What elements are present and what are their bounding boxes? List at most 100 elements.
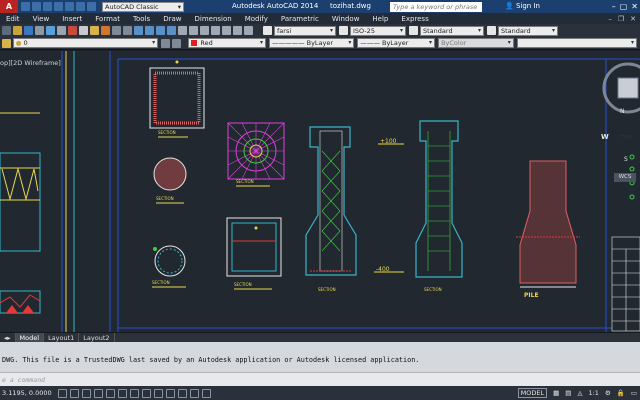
doc-minimize-icon[interactable]: –	[608, 15, 612, 23]
paste-icon[interactable]	[90, 26, 99, 35]
undo-icon[interactable]	[76, 2, 85, 11]
chevron-down-icon: ▾	[399, 26, 403, 34]
tab-layout2[interactable]: Layout2	[79, 332, 115, 343]
menu-draw[interactable]: Draw	[157, 15, 188, 23]
menu-tools[interactable]: Tools	[127, 15, 157, 23]
otrack-icon[interactable]	[130, 388, 139, 398]
menu-parametric[interactable]: Parametric	[275, 15, 326, 23]
clean-screen-icon[interactable]: ▭	[631, 389, 637, 397]
menu-dimension[interactable]: Dimension	[188, 15, 238, 23]
new-file-icon[interactable]	[21, 2, 30, 11]
menu-edit[interactable]: Edit	[0, 15, 27, 23]
quick-properties-icon[interactable]	[190, 388, 199, 398]
maximize-icon[interactable]: ▢	[620, 2, 628, 11]
calculator-icon[interactable]	[233, 26, 242, 35]
save-icon[interactable]	[24, 26, 33, 35]
zoom-realtime-icon[interactable]	[145, 26, 154, 35]
text-style-icon	[263, 26, 272, 35]
viewport-label[interactable]: op][2D Wireframe]	[0, 59, 61, 67]
osnap-icon[interactable]	[106, 388, 115, 398]
design-center-icon[interactable]	[189, 26, 198, 35]
publish-icon[interactable]	[57, 26, 66, 35]
toolbar-lock-icon[interactable]: 🔒	[617, 389, 625, 397]
quick-view-layouts-icon[interactable]: ▦	[553, 389, 559, 397]
print-icon[interactable]	[35, 26, 44, 35]
new-icon[interactable]	[2, 26, 11, 35]
menu-insert[interactable]: Insert	[56, 15, 89, 23]
quick-view-drawings-icon[interactable]: ▤	[565, 389, 571, 397]
match-properties-icon[interactable]	[101, 26, 110, 35]
layer-properties-icon[interactable]	[2, 38, 11, 48]
menu-help[interactable]: Help	[366, 15, 395, 23]
copy-icon[interactable]	[79, 26, 88, 35]
make-current-layer-icon[interactable]	[161, 38, 170, 48]
properties-icon[interactable]	[178, 26, 187, 35]
selection-cycling-icon[interactable]	[202, 388, 211, 398]
menu-format[interactable]: Format	[89, 15, 127, 23]
tab-layout1[interactable]: Layout1	[44, 332, 80, 343]
text-style-select[interactable]: farsi ▾	[274, 25, 336, 36]
wcs-menu[interactable]: WCS	[614, 173, 636, 182]
layer-select[interactable]: ● 0 ▾	[12, 38, 159, 48]
menu-express[interactable]: Express	[395, 15, 435, 23]
preview-icon[interactable]	[46, 26, 55, 35]
polar-icon[interactable]	[94, 388, 103, 398]
annotation-scale[interactable]: 1:1	[588, 389, 598, 397]
zoom-previous-icon[interactable]	[167, 26, 176, 35]
ducs-icon[interactable]	[142, 388, 151, 398]
table-style-select[interactable]: Standard ▾	[420, 25, 484, 36]
zoom-window-icon[interactable]	[156, 26, 165, 35]
layer-previous-icon[interactable]	[171, 38, 181, 48]
snap-icon[interactable]	[58, 388, 67, 398]
color-select[interactable]: Red ▾	[188, 38, 267, 48]
open-file-icon[interactable]	[32, 2, 41, 11]
close-icon[interactable]: ✕	[631, 2, 638, 11]
undo-icon[interactable]	[112, 26, 121, 35]
open-icon[interactable]	[13, 26, 22, 35]
chevron-down-icon: ▾	[477, 26, 481, 34]
tab-nav-arrows[interactable]: ◂▸	[0, 332, 16, 343]
properties-blank-select[interactable]: ▾	[516, 38, 638, 48]
sign-in-button[interactable]: 👤 Sign In	[505, 0, 540, 13]
multileader-style-select[interactable]: Standard ▾	[498, 25, 558, 36]
drawing-canvas[interactable]: op][2D Wireframe] SECTION SECTION SECTIO…	[0, 51, 640, 332]
markup-icon[interactable]	[222, 26, 231, 35]
viewcube-top-label[interactable]: TOP	[621, 135, 632, 141]
command-input[interactable]: e a command	[0, 372, 640, 386]
plot-style-select[interactable]: ByColor ▾	[438, 38, 514, 48]
plot-icon[interactable]	[65, 2, 74, 11]
menu-view[interactable]: View	[27, 15, 57, 23]
model-space-toggle[interactable]: MODEL	[517, 388, 548, 398]
save-as-icon[interactable]	[54, 2, 63, 11]
lineweight-name: ByLayer	[382, 39, 409, 47]
cut-icon[interactable]	[68, 26, 77, 35]
save-icon[interactable]	[43, 2, 52, 11]
dim-style-select[interactable]: ISO-25 ▾	[350, 25, 406, 36]
transparency-icon[interactable]	[178, 388, 187, 398]
tool-palettes-icon[interactable]	[200, 26, 209, 35]
lineweight-icon[interactable]	[166, 388, 175, 398]
minimize-icon[interactable]: –	[612, 2, 616, 11]
tab-model[interactable]: Model	[15, 332, 45, 343]
3d-osnap-icon[interactable]	[118, 388, 127, 398]
redo-icon[interactable]	[87, 2, 96, 11]
doc-restore-icon[interactable]: ❐	[618, 15, 624, 23]
dyn-icon[interactable]	[154, 388, 163, 398]
menu-modify[interactable]: Modify	[239, 15, 275, 23]
linetype-select[interactable]: ————— ByLayer ▾	[269, 38, 355, 48]
grid-icon[interactable]	[70, 388, 79, 398]
autocad-logo-icon[interactable]: A	[0, 0, 18, 13]
workspace-select[interactable]: AutoCAD Classic ▾	[102, 1, 184, 12]
cursor-coordinates[interactable]: 3.1195, 0.0000	[0, 389, 58, 397]
sheet-set-icon[interactable]	[211, 26, 220, 35]
menu-window[interactable]: Window	[326, 15, 367, 23]
ortho-icon[interactable]	[82, 388, 91, 398]
help-icon[interactable]	[244, 26, 253, 35]
workspace-switch-icon[interactable]: ⚙	[605, 389, 611, 397]
lineweight-select[interactable]: ——— ByLayer ▾	[357, 38, 436, 48]
viewcube[interactable]	[602, 62, 640, 114]
redo-icon[interactable]	[123, 26, 132, 35]
doc-close-icon[interactable]: ✕	[630, 15, 636, 23]
pan-icon[interactable]	[134, 26, 143, 35]
help-search-input[interactable]: Type a keyword or phrase	[390, 2, 482, 12]
